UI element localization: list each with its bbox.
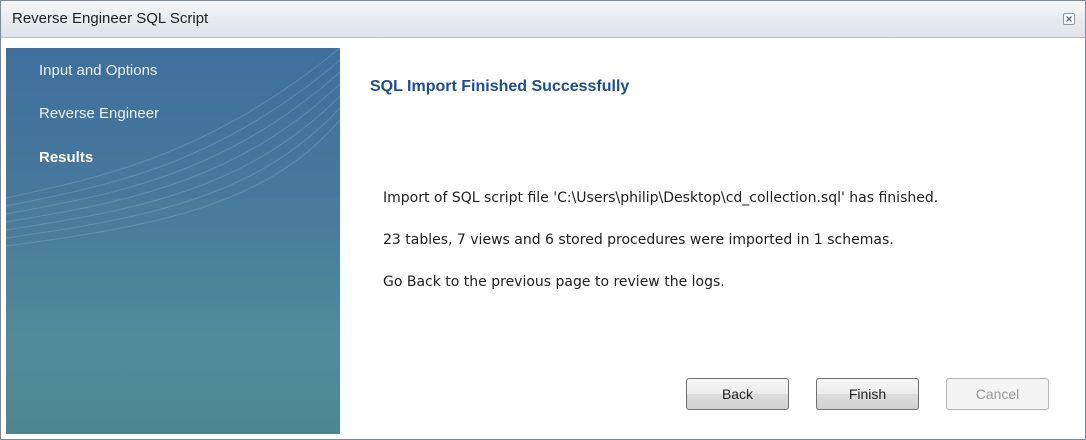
cancel-button[interactable]: Cancel: [946, 378, 1049, 410]
import-result-message: Import of SQL script file 'C:\Users\phil…: [383, 190, 939, 206]
finish-button[interactable]: Finish: [816, 378, 919, 410]
review-logs-message: Go Back to the previous page to review t…: [383, 274, 725, 290]
close-icon[interactable]: [1063, 13, 1075, 25]
import-summary-message: 23 tables, 7 views and 6 stored procedur…: [383, 232, 894, 248]
wizard-sidebar: Input and Options Reverse Engineer Resul…: [6, 48, 340, 434]
title-bar[interactable]: Reverse Engineer SQL Script: [1, 1, 1085, 38]
window-title: Reverse Engineer SQL Script: [12, 10, 209, 27]
sidebar-item-reverse-engineer[interactable]: Reverse Engineer: [39, 105, 159, 122]
back-button[interactable]: Back: [686, 378, 789, 410]
sidebar-item-results[interactable]: Results: [39, 149, 93, 166]
main-content: SQL Import Finished Successfully Import …: [340, 48, 1076, 434]
sidebar-item-input-and-options[interactable]: Input and Options: [39, 62, 157, 79]
dialog-window: Reverse Engineer SQL Script Input and Op…: [0, 0, 1086, 440]
page-title: SQL Import Finished Successfully: [370, 78, 630, 95]
